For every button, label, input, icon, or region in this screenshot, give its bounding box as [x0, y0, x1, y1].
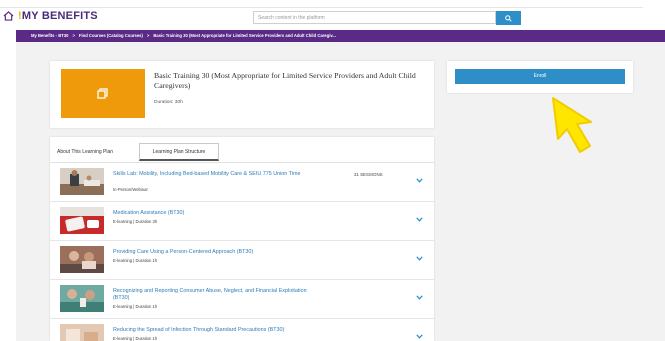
enroll-button[interactable]: Enroll: [455, 69, 625, 84]
chevron-down-icon[interactable]: [416, 178, 423, 183]
breadcrumb-separator: >: [146, 33, 150, 38]
course-item-meta: E-learning | Duration 1h: [113, 304, 158, 309]
course-item-title[interactable]: Skills Lab: Mobility, Including Bed-base…: [113, 171, 318, 178]
sessions-count: 31 SESSIONS: [354, 172, 383, 177]
list-item[interactable]: Providing Care Using a Person-Centered A…: [50, 241, 434, 280]
course-item-title[interactable]: Reducing the Spread of Infection Through…: [113, 327, 318, 334]
breadcrumb-item[interactable]: Find Courses (Catalog Courses): [79, 33, 143, 38]
breadcrumb-item[interactable]: My Benefits - BT30: [31, 33, 68, 38]
tab-about[interactable]: About This Learning Plan: [57, 143, 113, 161]
course-thumbnail: [61, 69, 145, 118]
enroll-card: Enroll: [447, 61, 633, 93]
search-icon: [505, 14, 512, 22]
course-item-title[interactable]: Medication Assistance (BT30): [113, 210, 318, 217]
list-item[interactable]: Reducing the Spread of Infection Through…: [50, 319, 434, 341]
course-item-meta: E-learning | Duration 1h: [113, 336, 158, 341]
logo-text: MY BENEFITS: [21, 10, 98, 22]
course-duration: Duration: 30h: [154, 100, 183, 105]
chevron-down-icon[interactable]: [416, 334, 423, 339]
breadcrumb-separator: >: [72, 33, 75, 38]
course-item-meta: E-learning | Duration 1h: [113, 258, 158, 263]
course-item-meta: E-learning | Duration 3h: [113, 219, 158, 224]
tab-structure[interactable]: Learning Plan Structure: [139, 143, 219, 161]
list-item[interactable]: Medication Assistance (BT30) E-learning …: [50, 202, 434, 241]
list-item[interactable]: Skills Lab: Mobility, Including Bed-base…: [50, 163, 434, 202]
list-item[interactable]: Recognizing and Reporting Consumer Abuse…: [50, 280, 434, 319]
chevron-down-icon[interactable]: [416, 256, 423, 261]
course-item-thumbnail: [60, 324, 104, 341]
course-header-card: Basic Training 30 (Most Appropriate for …: [50, 61, 434, 128]
search-button[interactable]: [496, 11, 521, 25]
top-divider: [0, 7, 643, 8]
search-input[interactable]: Search content in the platform: [253, 11, 496, 24]
chevron-down-icon[interactable]: [416, 217, 423, 222]
chevron-down-icon[interactable]: [416, 295, 423, 300]
home-icon[interactable]: [3, 11, 14, 21]
course-item-meta: In-Person/Webinar: [113, 187, 148, 192]
learning-plan-panel: About This Learning Plan Learning Plan S…: [50, 137, 434, 341]
copy-icon: [97, 88, 108, 99]
pointer-cursor-icon: [552, 97, 592, 153]
course-item-title[interactable]: Recognizing and Reporting Consumer Abuse…: [113, 288, 318, 301]
course-item-thumbnail: [60, 168, 104, 195]
breadcrumb: My Benefits - BT30 > Find Courses (Catalog…: [16, 30, 665, 42]
course-item-thumbnail: [60, 285, 104, 312]
course-item-thumbnail: [60, 246, 104, 273]
course-item-thumbnail: [60, 207, 104, 234]
top-bar: !MY BENEFITS Search content in the platf…: [0, 0, 643, 29]
course-title: Basic Training 30 (Most Appropriate for …: [154, 71, 416, 90]
breadcrumb-current: Basic Training 30 (Most Appropriate for …: [153, 33, 336, 38]
app-logo[interactable]: !MY BENEFITS: [18, 10, 98, 22]
course-item-title[interactable]: Providing Care Using a Person-Centered A…: [113, 249, 318, 256]
